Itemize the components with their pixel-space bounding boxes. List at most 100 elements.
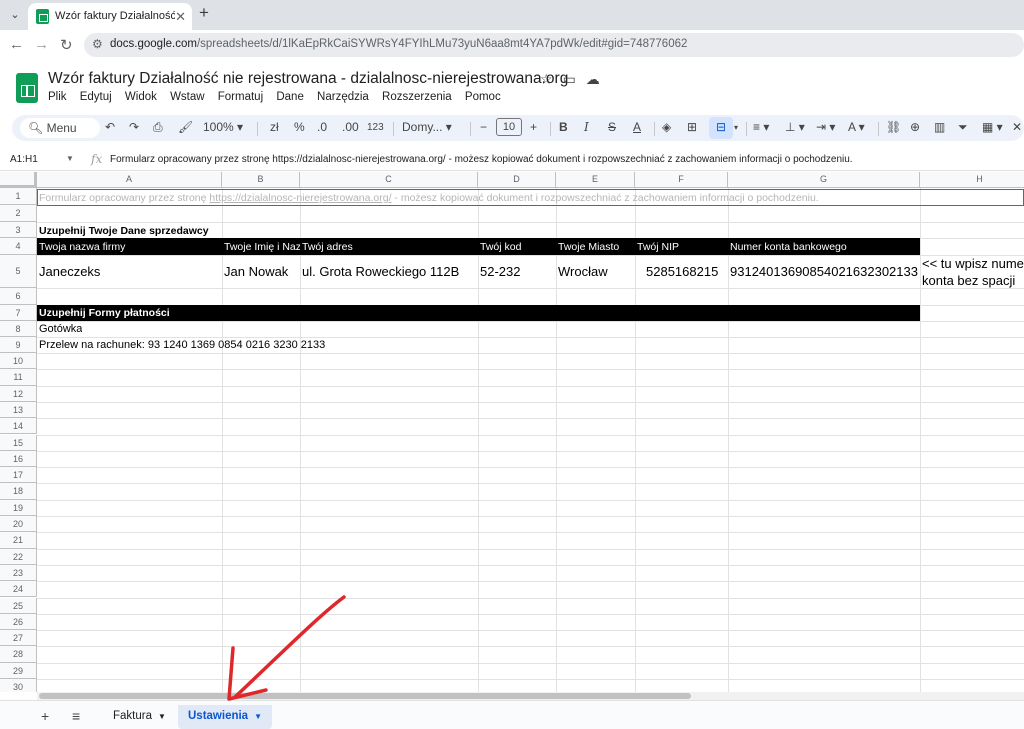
column-header-b[interactable]: B (222, 172, 300, 188)
undo-icon[interactable]: ↶ (105, 120, 115, 134)
merge-cells-icon[interactable]: ⊟ (709, 117, 733, 139)
vertical-align-icon[interactable]: ⊥ ▾ (785, 120, 805, 134)
cell-a4-header[interactable]: Twoja nazwa firmy (39, 241, 220, 253)
column-header-c[interactable]: C (300, 172, 478, 188)
row-header[interactable]: 24 (0, 581, 37, 598)
bold-icon[interactable]: B (559, 120, 568, 134)
horizontal-align-icon[interactable]: ≡ ▾ (753, 120, 769, 134)
row-header[interactable]: 14 (0, 418, 37, 435)
row-header[interactable]: 12 (0, 385, 37, 402)
row-header[interactable]: 5 (0, 255, 37, 288)
strikethrough-icon[interactable]: S (608, 120, 616, 134)
row-header[interactable]: 25 (0, 597, 37, 614)
paint-format-icon[interactable]: 🖌︎ (178, 120, 193, 134)
row-header[interactable]: 18 (0, 483, 37, 500)
column-header-e[interactable]: E (556, 172, 635, 188)
column-header-g[interactable]: G (728, 172, 920, 188)
menu-plik[interactable]: Plik (48, 91, 67, 103)
tab-search-icon[interactable]: ⌄ (5, 5, 25, 25)
row-header[interactable]: 7 (0, 305, 37, 321)
cell-a8-payment-cash[interactable]: Gotówka (39, 323, 82, 335)
forward-icon[interactable]: → (34, 36, 49, 53)
row-header[interactable]: 2 (0, 205, 37, 222)
new-tab-icon[interactable]: + (199, 3, 209, 23)
row-header[interactable]: 21 (0, 532, 37, 549)
sheets-logo-icon[interactable] (16, 73, 38, 103)
menu-edytuj[interactable]: Edytuj (80, 91, 112, 103)
menu-widok[interactable]: Widok (125, 91, 157, 103)
name-box-dropdown-icon[interactable]: ▼ (66, 154, 74, 163)
percent-format-button[interactable]: % (294, 120, 305, 134)
document-title[interactable]: Wzór faktury Działalność nie rejestrowan… (48, 70, 568, 88)
filter-icon[interactable]: ⏷ (958, 120, 968, 135)
menu-wstaw[interactable]: Wstaw (170, 91, 205, 103)
cell-f5-nip[interactable]: 5285168215 (646, 264, 726, 279)
back-icon[interactable]: ← (9, 36, 24, 53)
cell-a1-note[interactable]: Formularz opracowany przez stronę https:… (39, 192, 819, 204)
row-header[interactable]: 13 (0, 401, 37, 419)
cell-e4-header[interactable]: Twoje Miasto (558, 241, 633, 253)
row-header[interactable]: 23 (0, 564, 37, 582)
site-info-icon[interactable]: ⚙ (92, 37, 103, 51)
currency-format-button[interactable]: zł (270, 120, 279, 134)
row-header[interactable]: 16 (0, 450, 37, 468)
decrease-decimals-button[interactable]: .0 (317, 120, 327, 134)
cell-g4-header[interactable]: Numer konta bankowego (730, 241, 918, 253)
print-icon[interactable]: ⎙ (153, 120, 163, 135)
row-header[interactable]: 6 (0, 288, 37, 305)
cell-f4-header[interactable]: Twój NIP (637, 241, 726, 253)
cell-a7-section-title[interactable]: Uzupełnij Formy płatności (39, 307, 170, 319)
cell-e5-city[interactable]: Wrocław (558, 264, 633, 279)
spreadsheet-grid[interactable]: A B C D E F G H 1 2 3 4 5 6 7 8 9 10 11 12 13 14 15 16 1… (0, 172, 1024, 692)
increase-decimals-button[interactable]: .00 (342, 120, 359, 134)
address-bar[interactable]: ⚙ docs.google.com/spreadsheets/d/1lKaEpR… (84, 33, 1024, 57)
search-menus[interactable]: 🔍︎ Menu (20, 118, 100, 138)
menu-formatuj[interactable]: Formatuj (218, 91, 263, 103)
cloud-status-icon[interactable]: ☁ (586, 71, 610, 87)
name-box[interactable]: A1:H1 (10, 154, 38, 165)
row-header[interactable]: 8 (0, 321, 37, 337)
row-header[interactable]: 27 (0, 630, 37, 647)
row-header[interactable]: 4 (0, 238, 37, 255)
add-sheet-icon[interactable]: + (41, 708, 49, 724)
reload-icon[interactable]: ↻ (60, 36, 73, 54)
star-icon[interactable]: ☆ (540, 71, 563, 87)
row-header[interactable]: 29 (0, 662, 37, 679)
font-select[interactable]: Domy... ▾ (402, 120, 452, 134)
cell-a3-section-title[interactable]: Uzupełnij Twoje Dane sprzedawcy (39, 225, 209, 237)
insert-link-icon[interactable]: ⛓︎ (886, 120, 901, 134)
cell-b5-name[interactable]: Jan Nowak (224, 264, 300, 279)
row-header[interactable]: 17 (0, 467, 37, 484)
cell-c4-header[interactable]: Twój adres (302, 241, 476, 253)
borders-icon[interactable]: ⊞ (687, 120, 697, 134)
cell-a5-company[interactable]: Janeczeks (39, 264, 220, 279)
text-wrap-icon[interactable]: ⇥ ▾ (816, 120, 835, 134)
menu-rozszerzenia[interactable]: Rozszerzenia (382, 91, 452, 103)
select-all-corner[interactable] (0, 172, 37, 188)
menu-narzedzia[interactable]: Narzędzia (317, 91, 369, 103)
more-tools-icon[interactable]: ✕ (1012, 120, 1022, 134)
column-header-a[interactable]: A (37, 172, 222, 188)
column-header-d[interactable]: D (478, 172, 556, 188)
row-header[interactable]: 22 (0, 548, 37, 565)
cell-c5-address[interactable]: ul. Grota Roweckiego 112B (302, 264, 476, 279)
merge-dropdown-icon[interactable]: ▾ (734, 123, 738, 132)
row-header[interactable]: 26 (0, 613, 37, 631)
sheet-tab-faktura[interactable]: Faktura ▼ (103, 705, 176, 729)
redo-icon[interactable]: ↷ (129, 120, 139, 134)
menu-pomoc[interactable]: Pomoc (465, 91, 501, 103)
row-header[interactable]: 20 (0, 516, 37, 533)
cell-a9-payment-transfer[interactable]: Przelew na rachunek: 93 1240 1369 0854 0… (39, 339, 325, 351)
cell-d4-header[interactable]: Twój kod (480, 241, 554, 253)
cell-d5-postcode[interactable]: 52-232 (480, 264, 554, 279)
row-header[interactable]: 19 (0, 499, 37, 516)
cell-h5-note-line1[interactable]: << tu wpisz numer (922, 256, 1024, 271)
filter-views-icon[interactable]: ▦ ▾ (982, 120, 1003, 134)
move-folder-icon[interactable]: ▭ (563, 71, 586, 87)
row-header[interactable]: 1 (0, 188, 37, 205)
zoom-select[interactable]: 100% ▾ (203, 120, 243, 134)
text-color-icon[interactable]: A (633, 120, 641, 134)
close-tab-icon[interactable]: ✕ (175, 9, 186, 25)
browser-tab[interactable]: Wzór faktury Działalność nie re ✕ (28, 3, 192, 30)
fill-color-icon[interactable]: ◈ (662, 120, 671, 134)
